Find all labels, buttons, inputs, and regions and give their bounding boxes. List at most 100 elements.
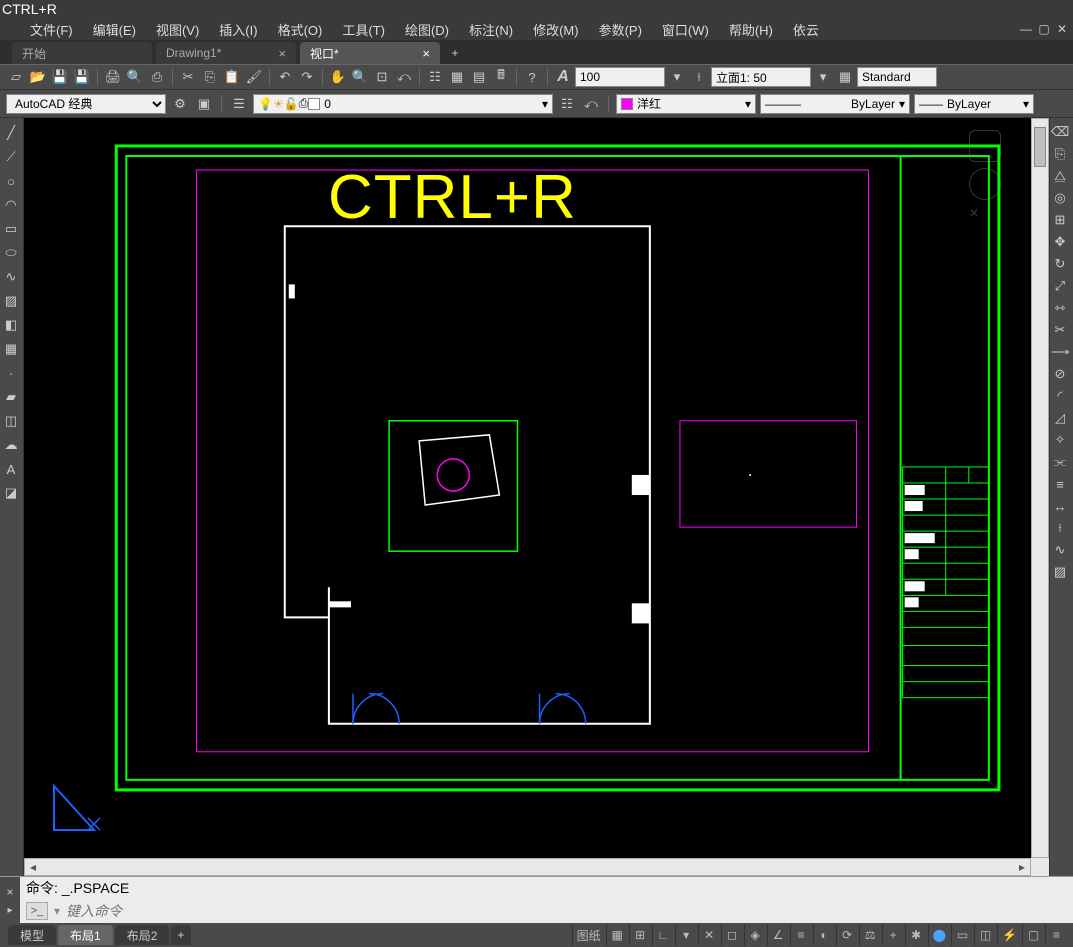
orbit-nav-icon[interactable]: ✕ xyxy=(969,206,1001,226)
array-icon[interactable]: ⊞ xyxy=(1050,210,1070,230)
revcloud-icon[interactable]: ☁ xyxy=(0,434,22,456)
chevron-down-icon[interactable]: ▾ xyxy=(542,97,548,111)
maximize-icon[interactable]: ▢ xyxy=(1037,22,1051,36)
scrollbar-track[interactable] xyxy=(41,860,1014,874)
viewcube-icon[interactable] xyxy=(969,130,1001,162)
tool-palette-icon[interactable]: ▤ xyxy=(469,67,489,87)
pline-icon[interactable]: ⟋ xyxy=(0,146,22,168)
copy-icon[interactable]: ⎘ xyxy=(200,67,220,87)
ellipse-icon[interactable]: ⬭ xyxy=(0,242,22,264)
save-icon[interactable]: 💾 xyxy=(50,67,70,87)
move-icon[interactable]: ✥ xyxy=(1050,232,1070,252)
chevron-down-icon[interactable]: ▾ xyxy=(54,904,60,918)
cmd-recent-icon[interactable]: ▸ xyxy=(7,905,12,916)
close-icon[interactable]: ✕ xyxy=(1055,22,1069,36)
scroll-left-icon[interactable]: ◂ xyxy=(25,859,41,875)
pan-nav-icon[interactable] xyxy=(969,168,1001,200)
monitor-icon[interactable]: ▭ xyxy=(951,924,973,946)
arc-icon[interactable]: ◠ xyxy=(0,194,22,216)
tab-viewport[interactable]: 视口* × xyxy=(300,42,440,64)
pan-icon[interactable]: ✋ xyxy=(328,67,348,87)
menu-parametric[interactable]: 参数(P) xyxy=(599,20,642,39)
horizontal-scrollbar[interactable]: ◂ ▸ xyxy=(24,858,1031,876)
dropdown-icon[interactable]: ▾ xyxy=(675,924,697,946)
redo-icon[interactable]: ↷ xyxy=(297,67,317,87)
add-scale-icon[interactable]: + xyxy=(882,924,904,946)
layout-tab-layout2[interactable]: 布局2 xyxy=(115,925,170,945)
trim-icon[interactable]: ✂ xyxy=(1050,320,1070,340)
annoscale-icon[interactable]: ⚖ xyxy=(859,924,881,946)
chamfer-icon[interactable]: ◿ xyxy=(1050,408,1070,428)
region-icon[interactable]: ◧ xyxy=(0,314,22,336)
join-icon[interactable]: ⫘ xyxy=(1050,452,1070,472)
edit-spline-icon[interactable]: ∿ xyxy=(1050,540,1070,560)
menu-insert[interactable]: 插入(I) xyxy=(219,20,257,39)
layer-manager-icon[interactable]: ☰ xyxy=(229,94,249,114)
hatch-icon[interactable]: ▨ xyxy=(0,290,22,312)
new-icon[interactable]: ▱ xyxy=(6,67,26,87)
layer-filter-icon[interactable]: ▣ xyxy=(194,94,214,114)
lineweight-combo[interactable]: —— ByLayer ▾ xyxy=(914,94,1034,114)
boundary-icon[interactable]: ◫ xyxy=(0,410,22,432)
lengthen-icon[interactable]: ↔ xyxy=(1050,496,1070,516)
tab-drawing1[interactable]: Drawing1* × xyxy=(156,42,296,64)
menu-draw[interactable]: 绘图(D) xyxy=(405,20,449,39)
text-icon[interactable]: A xyxy=(0,458,22,480)
calculator-icon[interactable]: 🖩 xyxy=(491,67,511,87)
menu-format[interactable]: 格式(O) xyxy=(278,20,323,39)
chevron-down-icon[interactable]: ▾ xyxy=(745,97,751,111)
linetype-combo[interactable]: ——— ByLayer ▾ xyxy=(760,94,910,114)
osnap-icon[interactable]: ◻ xyxy=(721,924,743,946)
help-icon[interactable]: ? xyxy=(522,67,542,87)
table-icon[interactable]: ▦ xyxy=(0,338,22,360)
polar-icon[interactable]: ✕ xyxy=(698,924,720,946)
extend-icon[interactable]: ⟶ xyxy=(1050,342,1070,362)
zoom-icon[interactable]: 🔍 xyxy=(350,67,370,87)
scale-dropdown-icon[interactable]: ▾ xyxy=(667,67,687,87)
zoom-window-icon[interactable]: ⊡ xyxy=(372,67,392,87)
navigation-bar[interactable]: ✕ xyxy=(969,130,1005,230)
osnap3d-icon[interactable]: ◈ xyxy=(744,924,766,946)
line-icon[interactable]: ╱ xyxy=(0,122,22,144)
scale-input[interactable] xyxy=(575,67,665,87)
block-icon[interactable]: ◪ xyxy=(0,482,22,504)
view-input[interactable] xyxy=(711,67,811,87)
layer-prev-icon[interactable]: ⤺ xyxy=(581,94,601,114)
circle-icon[interactable]: ○ xyxy=(0,170,22,192)
chevron-down-icon[interactable]: ▾ xyxy=(1023,97,1029,111)
command-input[interactable] xyxy=(66,901,1067,921)
menu-file[interactable]: 文件(F) xyxy=(30,20,73,39)
hardware-icon[interactable]: ⚡ xyxy=(997,924,1021,946)
tab-add-button[interactable]: + xyxy=(444,42,466,64)
text-style-icon[interactable]: A xyxy=(553,67,573,87)
annotation-icon[interactable]: ✱ xyxy=(905,924,927,946)
rotate-icon[interactable]: ↻ xyxy=(1050,254,1070,274)
undo-icon[interactable]: ↶ xyxy=(275,67,295,87)
gear-icon[interactable]: ⚙ xyxy=(170,94,190,114)
properties-icon[interactable]: ☷ xyxy=(425,67,445,87)
stretch-icon[interactable]: ⇿ xyxy=(1050,298,1070,318)
align-icon[interactable]: ≡ xyxy=(1050,474,1070,494)
ortho-icon[interactable]: ∟ xyxy=(652,924,674,946)
ucs-icon[interactable] xyxy=(50,774,110,834)
vertical-scrollbar[interactable] xyxy=(1031,118,1049,858)
open-icon[interactable]: 📂 xyxy=(28,67,48,87)
tab-close-icon[interactable]: × xyxy=(422,46,430,61)
layer-state-icon[interactable]: ☷ xyxy=(557,94,577,114)
chevron-down-icon[interactable]: ▾ xyxy=(899,97,905,111)
copy2-icon[interactable]: ⎘ xyxy=(1050,144,1070,164)
grid-icon[interactable]: ▦ xyxy=(606,924,628,946)
edit-hatch-icon[interactable]: ▨ xyxy=(1050,562,1070,582)
transparency-icon[interactable]: ◐ xyxy=(813,924,835,946)
snap-icon[interactable]: ⊞ xyxy=(629,924,651,946)
edit-pline-icon[interactable]: ⟊ xyxy=(1050,518,1070,538)
lweight-icon[interactable]: ≡ xyxy=(790,924,812,946)
color-combo[interactable]: 洋红 ▾ xyxy=(616,94,756,114)
scale-icon[interactable]: ⤢ xyxy=(1050,276,1070,296)
cut-icon[interactable]: ✂ xyxy=(178,67,198,87)
preview-icon[interactable]: 🔍 xyxy=(125,67,145,87)
paste-icon[interactable]: 📋 xyxy=(222,67,242,87)
isolate-icon[interactable]: ◫ xyxy=(974,924,996,946)
tab-close-icon[interactable]: × xyxy=(278,46,286,61)
menu-modify[interactable]: 修改(M) xyxy=(533,20,579,39)
